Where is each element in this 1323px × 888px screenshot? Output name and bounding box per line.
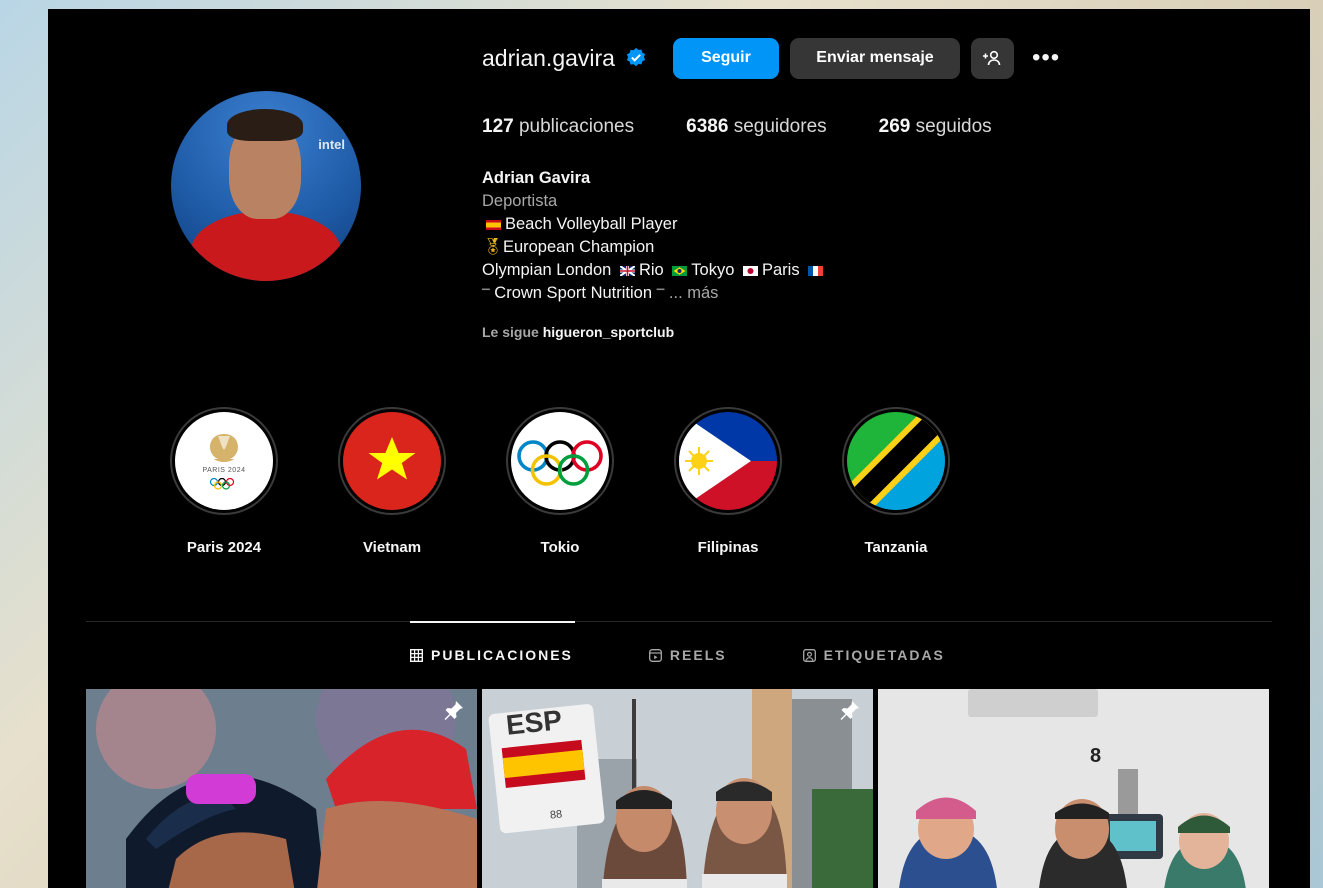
bio-line-3: Olympian London Rio Tokyo Paris — [482, 259, 827, 282]
philippines-flag — [679, 412, 777, 510]
posts-grid: ESP 88 8 — [86, 689, 1269, 888]
crown-icon: ▔ — [482, 290, 490, 301]
tagged-icon — [802, 648, 816, 662]
pinned-post-icon — [840, 701, 859, 720]
highlight-label: Tokio — [540, 539, 580, 556]
more-options-icon[interactable]: ••• — [1032, 46, 1060, 70]
olympic-rings — [511, 412, 609, 510]
highlight-vietnam[interactable]: Vietnam — [308, 407, 476, 556]
brazil-flag-icon — [672, 265, 688, 276]
highlight-ring — [842, 407, 950, 515]
paris-2024-logo: PARIS 2024 — [175, 412, 273, 510]
highlight-label: Vietnam — [362, 539, 422, 556]
story-highlights: PARIS 2024 Paris 2024 Vietnam Tokio Fili… — [140, 407, 980, 556]
tabs-divider — [86, 621, 1272, 622]
highlight-ring — [338, 407, 446, 515]
full-name: Adrian Gavira — [482, 169, 591, 187]
bio-line-2: 🏅︎European Champion — [482, 238, 655, 256]
avatar-background-text: intel — [318, 137, 345, 152]
bio-line-4: ▔ Crown Sport Nutrition ▔ ... más — [482, 284, 719, 302]
tab-publicaciones[interactable]: PUBLICACIONES — [410, 647, 573, 663]
philippines-flag-icon — [679, 412, 777, 510]
highlight-label: Paris 2024 — [186, 539, 262, 556]
follow-button[interactable]: Seguir — [672, 37, 779, 79]
profile-stats: 127 publicaciones 6386 seguidores 269 se… — [482, 116, 1044, 138]
reels-icon — [648, 648, 662, 662]
post-1-image — [86, 689, 477, 888]
highlight-filipinas[interactable]: Filipinas — [644, 407, 812, 556]
username: adrian.gavira — [482, 44, 615, 71]
suggested-users-button[interactable] — [970, 37, 1014, 79]
avatar-hair — [227, 109, 303, 141]
highlight-ring — [674, 407, 782, 515]
spain-flag-icon — [486, 219, 501, 230]
profile-bio: Adrian Gavira Deportista Beach Volleybal… — [482, 167, 827, 307]
avatar-shirt — [191, 211, 341, 281]
paris-2024-logo-text: PARIS 2024 — [202, 467, 246, 474]
pinned-post-icon — [444, 701, 463, 720]
active-tab-indicator — [410, 621, 575, 623]
post-2-sign-number: 88 — [549, 808, 563, 822]
profile-header-actions: adrian.gavira Seguir Enviar mensaje ••• — [482, 37, 1060, 79]
tab-etiquetadas[interactable]: ETIQUETADAS — [802, 647, 945, 663]
uk-flag-icon — [619, 265, 635, 276]
profile-window: intel adrian.gavira Seguir Enviar mensaj… — [48, 9, 1310, 888]
crown-icon-2: ▔ — [656, 290, 665, 301]
paris-2024-emblem-icon — [209, 434, 238, 490]
bio-line-1: Beach Volleyball Player — [482, 213, 827, 236]
highlight-ring: PARIS 2024 — [170, 407, 278, 515]
vietnam-flag — [343, 412, 441, 510]
post-thumbnail-2[interactable]: ESP 88 — [482, 689, 873, 888]
post-thumbnail-3[interactable]: 8 — [878, 689, 1269, 888]
medal-icon: 🏅︎ — [482, 238, 503, 256]
highlight-tokio[interactable]: Tokio — [476, 407, 644, 556]
add-user-icon — [983, 50, 1001, 66]
posts-stat: 127 publicaciones — [482, 116, 635, 137]
olympic-rings-icon — [517, 440, 603, 486]
highlight-label: Filipinas — [697, 539, 759, 556]
post-thumbnail-1[interactable] — [86, 689, 477, 888]
post-2-sign-text: ESP — [504, 704, 564, 741]
vietnam-star-icon — [368, 437, 416, 480]
verified-badge-icon — [626, 47, 646, 67]
highlight-tanzania[interactable]: Tanzania — [812, 407, 980, 556]
send-message-button[interactable]: Enviar mensaje — [789, 37, 960, 79]
bio-more-link[interactable]: ... más — [669, 284, 719, 302]
followed-by[interactable]: Le sigue higueron_sportclub — [482, 324, 674, 340]
profile-tabs: PUBLICACIONES REELS ETIQUETADAS — [410, 647, 1021, 663]
followers-stat[interactable]: 6386 seguidores — [686, 116, 827, 138]
highlight-label: Tanzania — [864, 539, 928, 556]
tab-reels[interactable]: REELS — [648, 647, 727, 663]
grid-icon — [410, 648, 423, 662]
post-3-image — [878, 689, 1269, 888]
post-3-room-number: 8 — [1090, 745, 1102, 767]
following-stat[interactable]: 269 seguidos — [879, 116, 992, 138]
category-label: Deportista — [482, 192, 558, 210]
japan-flag-icon — [743, 265, 758, 276]
highlight-paris-2024[interactable]: PARIS 2024 Paris 2024 — [140, 407, 308, 556]
avatar[interactable]: intel — [171, 91, 361, 281]
tanzania-flag-icon — [847, 412, 945, 510]
france-flag-icon — [808, 265, 824, 276]
highlight-ring — [506, 407, 614, 515]
tanzania-flag — [847, 412, 945, 510]
